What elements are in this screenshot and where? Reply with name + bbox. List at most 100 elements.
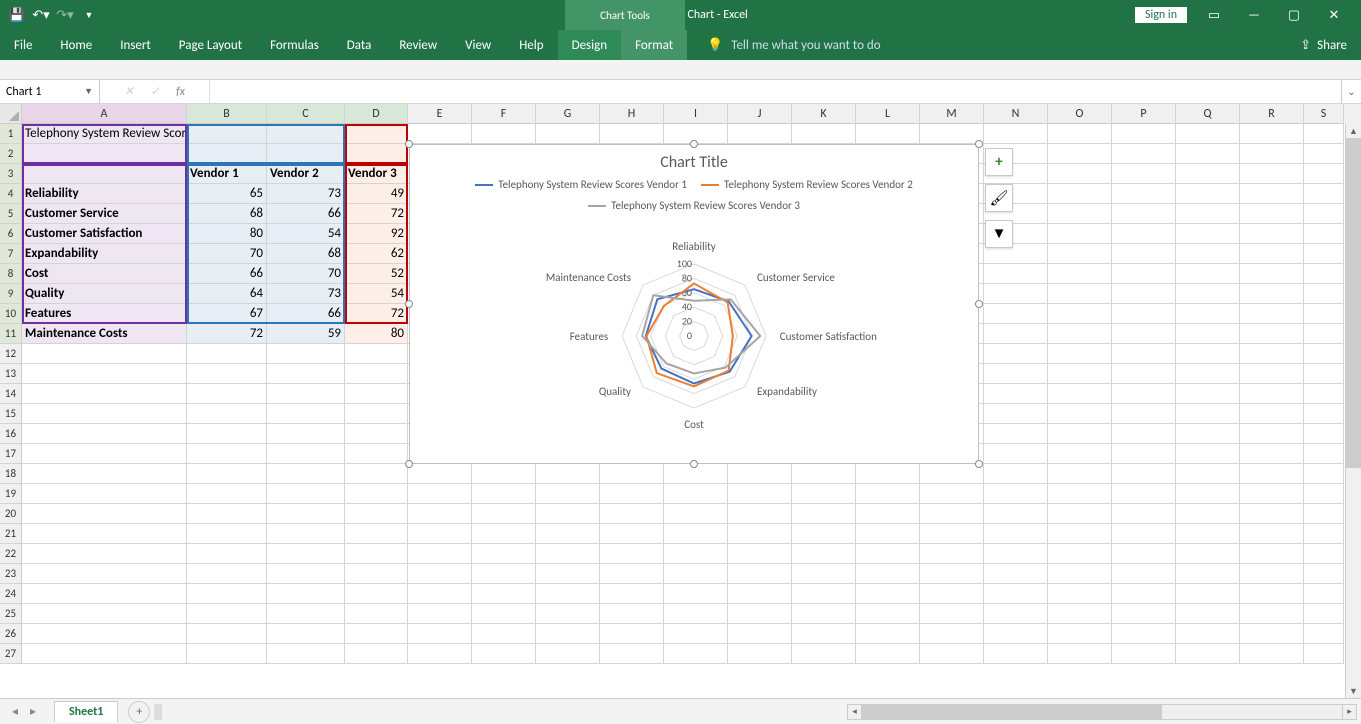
cell[interactable]: [1112, 444, 1176, 464]
cell[interactable]: [1304, 504, 1344, 524]
worksheet-grid[interactable]: A B C D E F G H I J K L M N O P Q R S 12…: [0, 104, 1361, 698]
cell[interactable]: [1304, 644, 1344, 664]
sheet-nav[interactable]: ◂▸: [0, 704, 48, 719]
cell[interactable]: [856, 484, 920, 504]
cell[interactable]: [267, 564, 345, 584]
cell[interactable]: [22, 164, 187, 184]
cell[interactable]: [920, 544, 984, 564]
cell[interactable]: [1112, 184, 1176, 204]
col-header-M[interactable]: M: [920, 104, 984, 124]
cell[interactable]: [1048, 324, 1112, 344]
cell[interactable]: 70: [267, 264, 345, 284]
cell[interactable]: [1112, 344, 1176, 364]
name-box[interactable]: Chart 1 ▼: [0, 80, 100, 103]
cell[interactable]: [664, 524, 728, 544]
undo-icon[interactable]: ↶▾: [32, 6, 50, 24]
cell[interactable]: [1176, 404, 1240, 424]
cell[interactable]: [1304, 444, 1344, 464]
cell[interactable]: [22, 444, 187, 464]
cell[interactable]: [600, 464, 664, 484]
cell[interactable]: Customer Service: [22, 204, 187, 224]
col-header-P[interactable]: P: [1112, 104, 1176, 124]
cell[interactable]: [1176, 604, 1240, 624]
cell[interactable]: [1112, 404, 1176, 424]
cell[interactable]: [267, 484, 345, 504]
cell[interactable]: [345, 624, 408, 644]
col-header-H[interactable]: H: [600, 104, 664, 124]
cell[interactable]: [267, 384, 345, 404]
resize-handle[interactable]: [405, 460, 413, 468]
cell[interactable]: [187, 644, 267, 664]
sign-in-button[interactable]: Sign in: [1135, 7, 1187, 23]
cell[interactable]: [1176, 484, 1240, 504]
cell[interactable]: [472, 544, 536, 564]
cell[interactable]: [1176, 144, 1240, 164]
cell[interactable]: [664, 624, 728, 644]
cell[interactable]: [1240, 244, 1304, 264]
cell[interactable]: 66: [187, 264, 267, 284]
cell[interactable]: [1048, 624, 1112, 644]
cell[interactable]: Reliability: [22, 184, 187, 204]
row-header[interactable]: 27: [0, 644, 22, 664]
cell[interactable]: 54: [345, 284, 408, 304]
cancel-icon[interactable]: ✕: [124, 84, 134, 99]
cell[interactable]: [1240, 464, 1304, 484]
cell[interactable]: [1112, 544, 1176, 564]
cell[interactable]: [1048, 304, 1112, 324]
vertical-scrollbar[interactable]: ▲ ▼: [1345, 124, 1361, 698]
save-icon[interactable]: 💾: [8, 6, 26, 24]
cell[interactable]: [22, 584, 187, 604]
resize-handle[interactable]: [690, 460, 698, 468]
cell[interactable]: [792, 124, 856, 144]
cell[interactable]: [1112, 424, 1176, 444]
cell[interactable]: [345, 644, 408, 664]
cell[interactable]: [1176, 644, 1240, 664]
formula-bar-expand-icon[interactable]: ⌄: [1341, 80, 1361, 103]
cell[interactable]: 66: [267, 304, 345, 324]
row-header[interactable]: 14: [0, 384, 22, 404]
tab-review[interactable]: Review: [385, 30, 451, 60]
cell[interactable]: [1240, 224, 1304, 244]
cell[interactable]: [1048, 524, 1112, 544]
cell[interactable]: [472, 124, 536, 144]
cell[interactable]: 65: [187, 184, 267, 204]
fx-icon[interactable]: fx: [176, 85, 185, 99]
cell[interactable]: [22, 644, 187, 664]
cell[interactable]: [267, 464, 345, 484]
cell[interactable]: [187, 344, 267, 364]
cell[interactable]: [920, 624, 984, 644]
cell[interactable]: [984, 524, 1048, 544]
cell[interactable]: [1048, 444, 1112, 464]
cell[interactable]: [472, 624, 536, 644]
cell[interactable]: [1048, 344, 1112, 364]
col-header-F[interactable]: F: [472, 104, 536, 124]
cell[interactable]: [1176, 384, 1240, 404]
col-header-G[interactable]: G: [536, 104, 600, 124]
cell[interactable]: [267, 504, 345, 524]
row-header[interactable]: 8: [0, 264, 22, 284]
col-header-N[interactable]: N: [984, 104, 1048, 124]
tab-format[interactable]: Format: [621, 30, 687, 60]
cell[interactable]: [792, 464, 856, 484]
cell[interactable]: [1304, 124, 1344, 144]
cell[interactable]: [1176, 304, 1240, 324]
cell[interactable]: [728, 624, 792, 644]
scroll-left-icon[interactable]: ◂: [848, 705, 862, 719]
cell[interactable]: [1112, 464, 1176, 484]
cell[interactable]: [600, 564, 664, 584]
cell[interactable]: [1112, 244, 1176, 264]
cell[interactable]: [984, 484, 1048, 504]
cell[interactable]: [1048, 124, 1112, 144]
cell[interactable]: 68: [187, 204, 267, 224]
cell[interactable]: [600, 584, 664, 604]
chart-object[interactable]: Chart Title Telephony System Review Scor…: [409, 144, 979, 464]
radar-chart-plot[interactable]: 020406080100ReliabilityCustomer ServiceC…: [464, 218, 924, 443]
cell[interactable]: [600, 544, 664, 564]
enter-icon[interactable]: ✓: [150, 84, 160, 99]
cell[interactable]: [1240, 524, 1304, 544]
cell[interactable]: [1112, 604, 1176, 624]
cell[interactable]: [984, 564, 1048, 584]
cell[interactable]: 64: [187, 284, 267, 304]
cell[interactable]: [792, 644, 856, 664]
cell[interactable]: [1112, 384, 1176, 404]
